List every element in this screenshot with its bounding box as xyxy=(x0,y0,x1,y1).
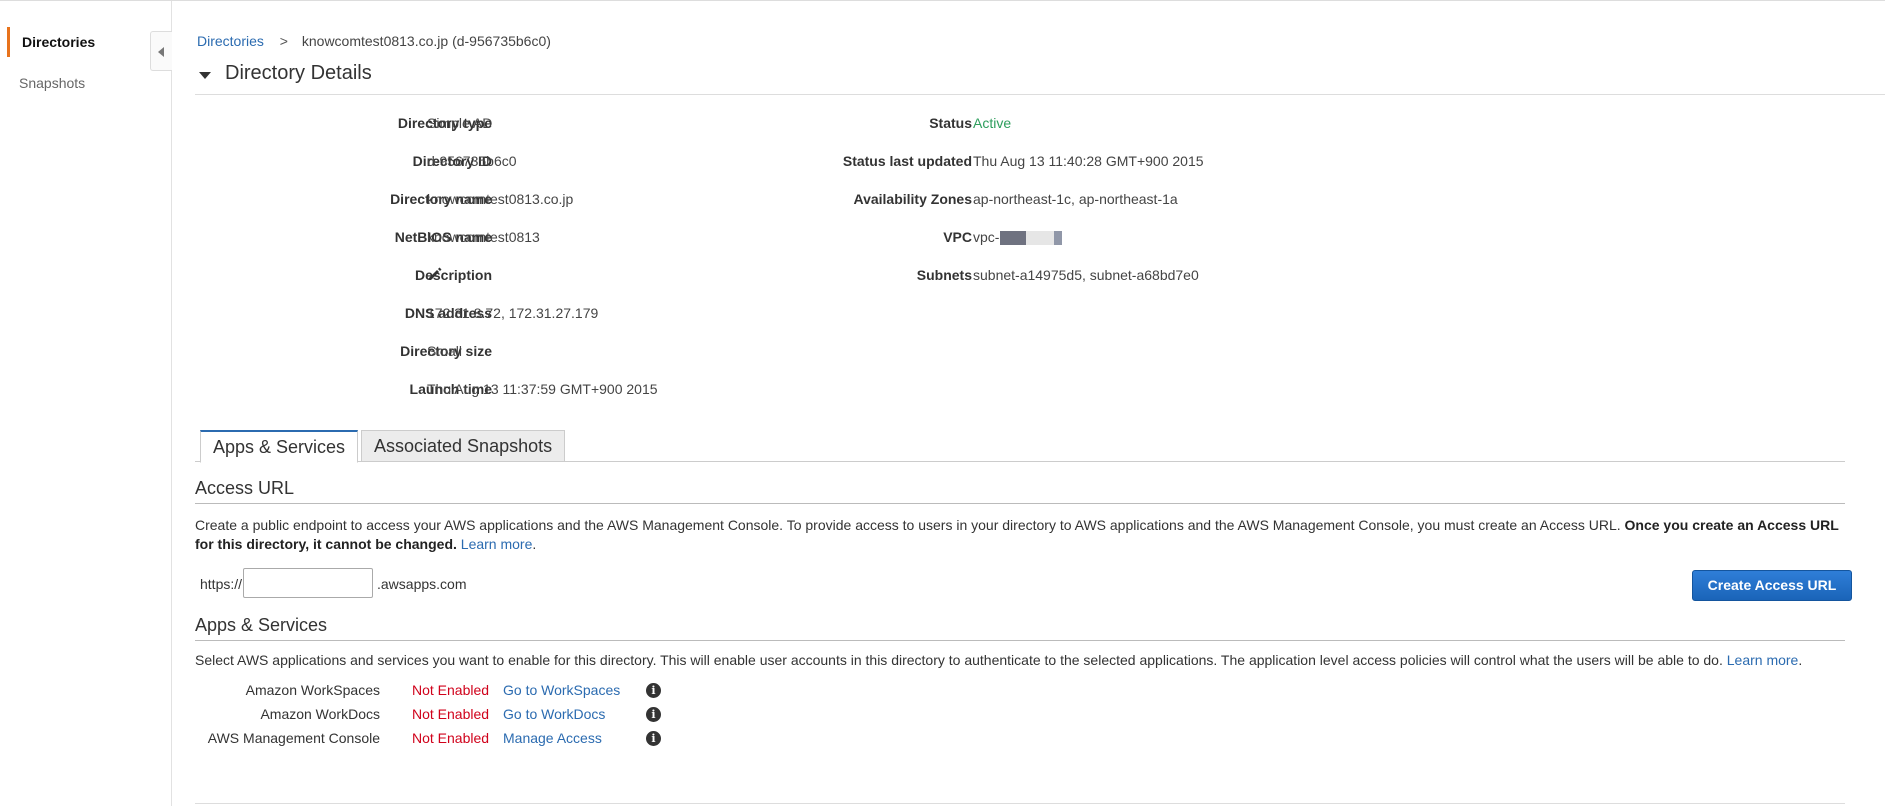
access-url-text: Create a public endpoint to access your … xyxy=(195,517,1621,533)
detail-value: Thu Aug 13 11:40:28 GMT+900 2015 xyxy=(973,153,1204,169)
info-icon[interactable]: i xyxy=(646,731,661,746)
access-url-description: Create a public endpoint to access your … xyxy=(195,517,1839,552)
learn-more-link[interactable]: Learn more xyxy=(461,536,533,552)
app-name: Amazon WorkDocs xyxy=(260,706,380,722)
app-status: Not Enabled xyxy=(412,682,490,698)
detail-label: Availability Zones xyxy=(853,191,972,207)
app-row-management-console: AWS Management Console Not Enabled Manag… xyxy=(195,730,895,750)
divider xyxy=(195,803,1845,804)
detail-value: ap-northeast-1c, ap-northeast-1a xyxy=(973,191,1178,207)
breadcrumb-current: knowcomtest0813.co.jp (d-956735b6c0) xyxy=(301,33,551,49)
info-icon[interactable]: i xyxy=(646,707,661,722)
learn-more-link[interactable]: Learn more xyxy=(1727,652,1799,668)
sidebar-item-label: Directories xyxy=(22,34,96,50)
tab-apps-services[interactable]: Apps & Services xyxy=(200,430,359,463)
sidebar: Directories Snapshots xyxy=(0,1,172,806)
detail-value: subnet-a14975d5, subnet-a68bd7e0 xyxy=(973,267,1199,283)
detail-label: Status xyxy=(929,115,972,131)
access-url-heading: Access URL xyxy=(195,478,1845,504)
edit-description-button[interactable] xyxy=(427,266,443,285)
detail-value: Simple AD xyxy=(427,115,493,131)
detail-value: knowcomtest0813.co.jp xyxy=(427,191,574,207)
sidebar-item-directories[interactable]: Directories xyxy=(7,27,157,57)
url-prefix: https:// xyxy=(200,576,243,592)
app-status: Not Enabled xyxy=(412,730,490,746)
sidebar-item-snapshots[interactable]: Snapshots xyxy=(7,68,157,98)
breadcrumb: Directories > knowcomtest0813.co.jp (d-9… xyxy=(197,33,551,49)
caret-down-icon xyxy=(199,72,211,79)
create-access-url-button[interactable]: Create Access URL xyxy=(1692,570,1852,601)
detail-value: Thu Aug 13 11:37:59 GMT+900 2015 xyxy=(427,381,658,397)
tab-associated-snapshots[interactable]: Associated Snapshots xyxy=(361,430,566,462)
apps-services-description: Select AWS applications and services you… xyxy=(195,652,1803,668)
detail-value: knowcomtest0813 xyxy=(427,229,540,245)
apps-services-heading: Apps & Services xyxy=(195,615,1845,641)
tab-bar: Apps & Services Associated Snapshots xyxy=(195,430,1845,463)
detail-label: Description xyxy=(414,267,492,283)
status-value: Active xyxy=(973,115,1012,131)
app-row-workdocs: Amazon WorkDocs Not Enabled Go to WorkDo… xyxy=(195,706,895,726)
redaction-mask xyxy=(1026,231,1055,246)
vpc-prefix: vpc- xyxy=(973,229,1000,245)
info-icon[interactable]: i xyxy=(646,683,661,698)
directory-details-header[interactable]: Directory Details xyxy=(195,59,1885,95)
detail-value: d-956735b6c0 xyxy=(427,153,517,169)
vpc-value: vpc- xyxy=(973,229,1063,246)
breadcrumb-directories-link[interactable]: Directories xyxy=(197,33,264,49)
collapse-sidebar-button[interactable] xyxy=(150,31,172,71)
go-to-workspaces-link[interactable]: Go to WorkSpaces xyxy=(503,682,620,698)
app-status: Not Enabled xyxy=(412,706,490,722)
detail-value: 172.31.8.72, 172.31.27.179 xyxy=(427,305,599,321)
redaction-mask xyxy=(1054,231,1063,246)
detail-label: Status last updated xyxy=(842,153,972,169)
app-name: AWS Management Console xyxy=(207,730,380,746)
chevron-left-icon xyxy=(158,47,164,57)
url-suffix: .awsapps.com xyxy=(377,576,467,592)
go-to-workdocs-link[interactable]: Go to WorkDocs xyxy=(503,706,605,722)
app-name: Amazon WorkSpaces xyxy=(245,682,380,698)
sidebar-item-label: Snapshots xyxy=(19,75,86,91)
breadcrumb-separator: > xyxy=(279,33,288,49)
main-content: Directories > knowcomtest0813.co.jp (d-9… xyxy=(195,1,1885,806)
detail-label: VPC xyxy=(943,229,972,245)
manage-access-link[interactable]: Manage Access xyxy=(503,730,602,746)
detail-value: Small xyxy=(427,343,463,359)
apps-services-text: Select AWS applications and services you… xyxy=(195,652,1723,668)
pencil-icon xyxy=(429,267,442,280)
section-title: Directory Details xyxy=(225,62,372,84)
app-row-workspaces: Amazon WorkSpaces Not Enabled Go to Work… xyxy=(195,682,895,702)
access-url-input[interactable] xyxy=(243,568,373,598)
redaction-mask xyxy=(1000,231,1027,246)
detail-label: Subnets xyxy=(916,267,972,283)
